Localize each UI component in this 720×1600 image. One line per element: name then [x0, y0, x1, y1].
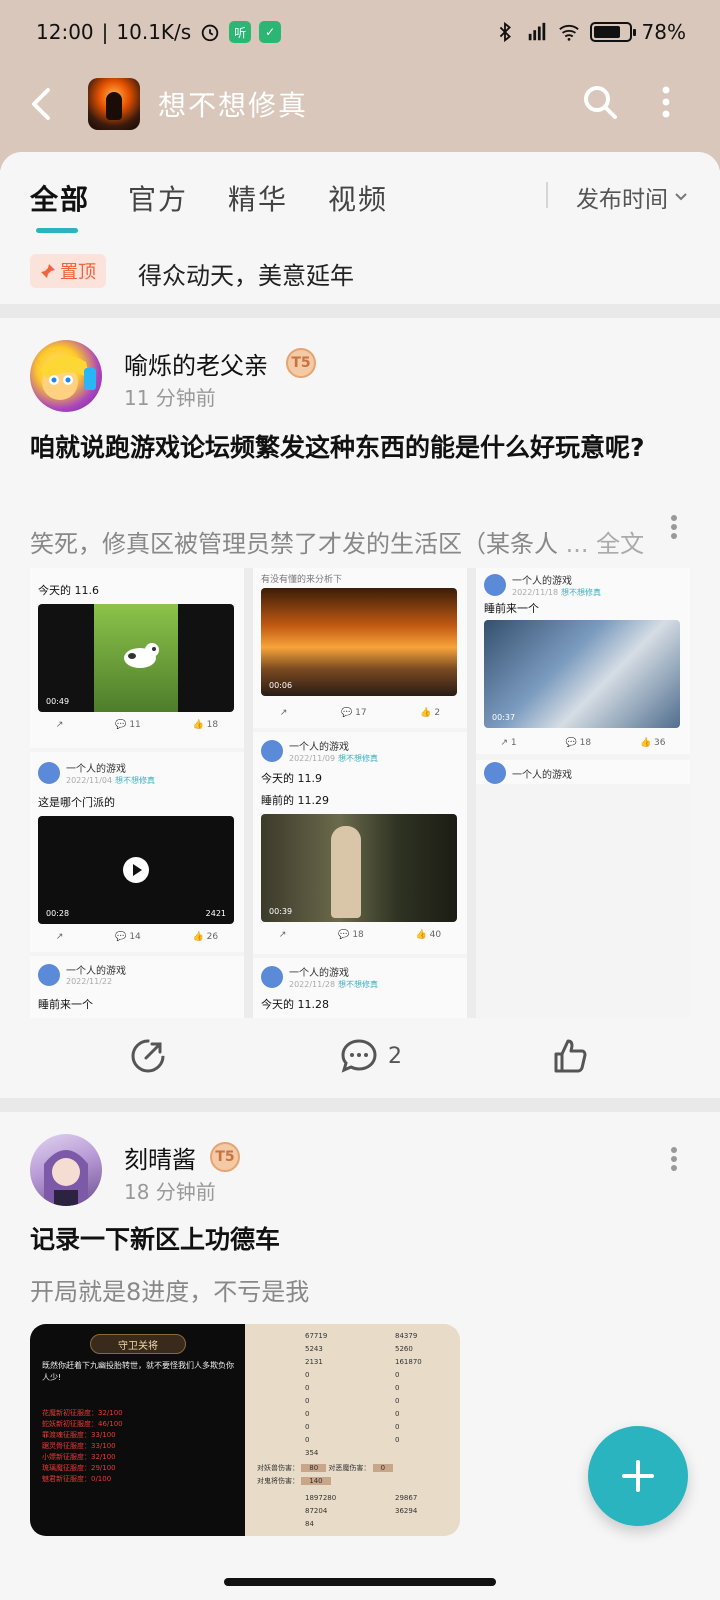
game-damage-list: 对妖兽伤害： 80 对恶魔伤害： 0 对鬼将伤害： 140 [257, 1462, 394, 1488]
nav-bar: 想不想修真 [0, 70, 720, 140]
chevron-down-icon [675, 193, 687, 201]
search-icon[interactable] [580, 82, 620, 122]
status-net-speed: 10.1K/s [116, 20, 192, 44]
wifi-icon [558, 24, 579, 41]
pinned-post[interactable]: 置顶 得众动天，美意延年 [0, 242, 720, 304]
avatar[interactable] [30, 1134, 102, 1206]
shield-icon: ✓ [259, 21, 282, 43]
forum-title: 想不想修真 [158, 89, 309, 122]
collage-card: 今天的 11.6 00:49 ↗ 💬 11 👍 18 [30, 568, 244, 748]
content-sheet: 全部 官方 精华 视频 发布时间 置顶 得众动天，美意延年 喻烁的老父亲 T5 … [0, 152, 720, 1600]
divider [546, 182, 548, 208]
share-button[interactable] [130, 1038, 166, 1074]
home-indicator[interactable] [224, 1578, 496, 1586]
comment-button[interactable]: 2 [340, 1038, 402, 1074]
author-name[interactable]: 刻晴酱 [124, 1140, 196, 1175]
game-screenshot[interactable]: 守卫关将 既然你赶着下九幽投胎转世，就不要怪我们人多欺负你人少! 花魔新初征服度… [30, 1324, 460, 1536]
bluetooth-icon [499, 21, 511, 43]
more-icon[interactable] [660, 84, 672, 120]
level-badge: T5 [286, 348, 316, 378]
tab-video[interactable]: 视频 [328, 178, 388, 218]
pinned-badge: 置顶 [30, 254, 106, 288]
play-icon [123, 857, 149, 883]
status-bar: 12:00 | 10.1K/s 听 ✓ 78% [36, 20, 686, 44]
video-thumbnail: 00:39 [261, 814, 457, 922]
collage-column: 一个人的游戏 2022/11/18 想不想修真 睡前来一个 00:37 ↗ 1 💬 … [476, 568, 690, 1018]
game-bottom-stats-right: 29867 36294 [395, 1494, 418, 1515]
pinned-title: 得众动天，美意延年 [138, 262, 354, 290]
back-icon[interactable] [26, 86, 56, 122]
comment-icon [341, 1039, 377, 1073]
app-notification-icon: 听 [229, 21, 252, 43]
collage-column: 今天的 11.6 00:49 ↗ 💬 11 👍 18 一个人的游戏 2022/11/0… [30, 568, 244, 1018]
video-thumbnail: 00:28 2421 [38, 816, 234, 924]
game-dialog: 既然你赶着下九幽投胎转世，就不要怪我们人多欺负你人少! [42, 1361, 234, 1382]
thumbs-up-icon [554, 1039, 587, 1073]
tab-active-indicator [36, 228, 78, 233]
status-time: 12:00 [36, 20, 94, 44]
mini-avatar [38, 762, 60, 784]
collage-card: 一个人的游戏 2022/11/09 想不想修真 今天的 11.9 睡前的 11.2… [253, 732, 467, 954]
post-more-icon[interactable] [670, 1146, 678, 1172]
post-excerpt[interactable]: 开局就是8进度，不亏是我 [30, 1272, 690, 1307]
collage-card: 一个人的游戏 2022/11/18 想不想修真 睡前来一个 00:37 ↗ 1 💬 … [476, 568, 690, 754]
game-stats-left: 67719 5243 2131 0 0 0 0 0 0 354 [305, 1332, 328, 1457]
pin-icon [41, 264, 55, 278]
top-bar: 12:00 | 10.1K/s 听 ✓ 78% 想不想修真 [0, 0, 720, 170]
alarm-icon [201, 24, 219, 42]
level-badge: T5 [210, 1142, 240, 1172]
dog-image [124, 643, 159, 668]
collage-card: 一个人的游戏 2022/11/22 睡前来一个 [30, 956, 244, 1018]
post-excerpt[interactable]: 笑死，修真区被管理员禁了才发的生活区（某条人 ... 全文 [30, 524, 690, 559]
like-button[interactable] [552, 1038, 588, 1074]
post-title[interactable]: 记录一下新区上功德车 [30, 1218, 690, 1262]
comment-count: 2 [388, 1043, 402, 1069]
mini-stats: ↗ 💬 11 👍 18 [55, 720, 219, 730]
divider [0, 1098, 720, 1112]
post-card[interactable]: 刻晴酱 T5 18 分钟前 记录一下新区上功德车 开局就是8进度，不亏是我 守卫… [0, 1112, 720, 1600]
collage-card: 一个人的游戏 [476, 760, 690, 784]
collage-card: 一个人的游戏 2022/11/04 想不想修真 这是哪个门派的 00:28 242… [30, 752, 244, 952]
share-icon [131, 1039, 165, 1073]
tab-all[interactable]: 全部 [30, 178, 90, 218]
author-name[interactable]: 喻烁的老父亲 [124, 346, 268, 381]
read-more-link[interactable]: ... 全文 [566, 530, 645, 558]
battery-icon [589, 22, 636, 42]
collage-card: 有没有懂的来分析下 00:06 ↗ 💬 17 👍 2 [253, 568, 467, 728]
battery-percent: 78% [641, 20, 686, 44]
game-bottom-stats-left: 1897280 87204 84 [305, 1494, 337, 1528]
tab-featured[interactable]: 精华 [228, 178, 288, 218]
tab-official[interactable]: 官方 [128, 178, 188, 218]
video-thumbnail: 00:37 [484, 620, 680, 728]
game-banner: 守卫关将 [90, 1334, 186, 1354]
mini-stats: ↗ 💬 18 👍 40 [278, 930, 442, 940]
sort-dropdown[interactable]: 发布时间 [576, 180, 688, 214]
game-screen-left: 守卫关将 既然你赶着下九幽投胎转世，就不要怪我们人多欺负你人少! 花魔新初征服度… [30, 1324, 245, 1536]
video-thumbnail: 00:49 [38, 604, 234, 712]
video-thumbnail: 00:06 [261, 588, 457, 696]
post-time: 18 分钟前 [124, 1180, 216, 1204]
post-actions: 2 [0, 1030, 720, 1090]
collage-card: 一个人的游戏 2022/11/28 想不想修真 今天的 11.28 [253, 958, 467, 1018]
signal-icon [528, 22, 545, 41]
sort-label: 发布时间 [576, 187, 668, 213]
mini-stats: ↗ 💬 14 👍 26 [55, 932, 219, 942]
game-screen-right: 67719 5243 2131 0 0 0 0 0 0 354 84379 52… [245, 1324, 460, 1536]
post-title[interactable]: 咱就说跑游戏论坛频繁发这种东西的能是什么好玩意呢? [30, 426, 690, 470]
image-collage[interactable]: 今天的 11.6 00:49 ↗ 💬 11 👍 18 一个人的游戏 2022/11/0… [30, 568, 690, 1018]
post-card[interactable]: 喻烁的老父亲 T5 11 分钟前 咱就说跑游戏论坛频繁发这种东西的能是什么好玩意… [0, 318, 720, 1098]
game-progress-list: 花魔新初征服度：32/100 蛇妖新初征服度：46/100 罪渡魂征服度：33/… [42, 1409, 123, 1483]
mini-stats: ↗ 1 💬 18 👍 36 [500, 738, 666, 748]
mini-stats: ↗ 💬 17 👍 2 [279, 708, 441, 718]
avatar[interactable] [30, 340, 102, 412]
post-time: 11 分钟前 [124, 386, 216, 410]
collage-column: 有没有懂的来分析下 00:06 ↗ 💬 17 👍 2 一个人的游戏 2022/11/0… [253, 568, 467, 1018]
tab-bar: 全部 官方 精华 视频 发布时间 [0, 152, 720, 242]
divider [0, 304, 720, 318]
forum-logo[interactable] [88, 78, 140, 130]
game-stats-right: 84379 5260 161870 0 0 0 0 0 0 [395, 1332, 422, 1444]
create-post-button[interactable] [588, 1426, 688, 1526]
